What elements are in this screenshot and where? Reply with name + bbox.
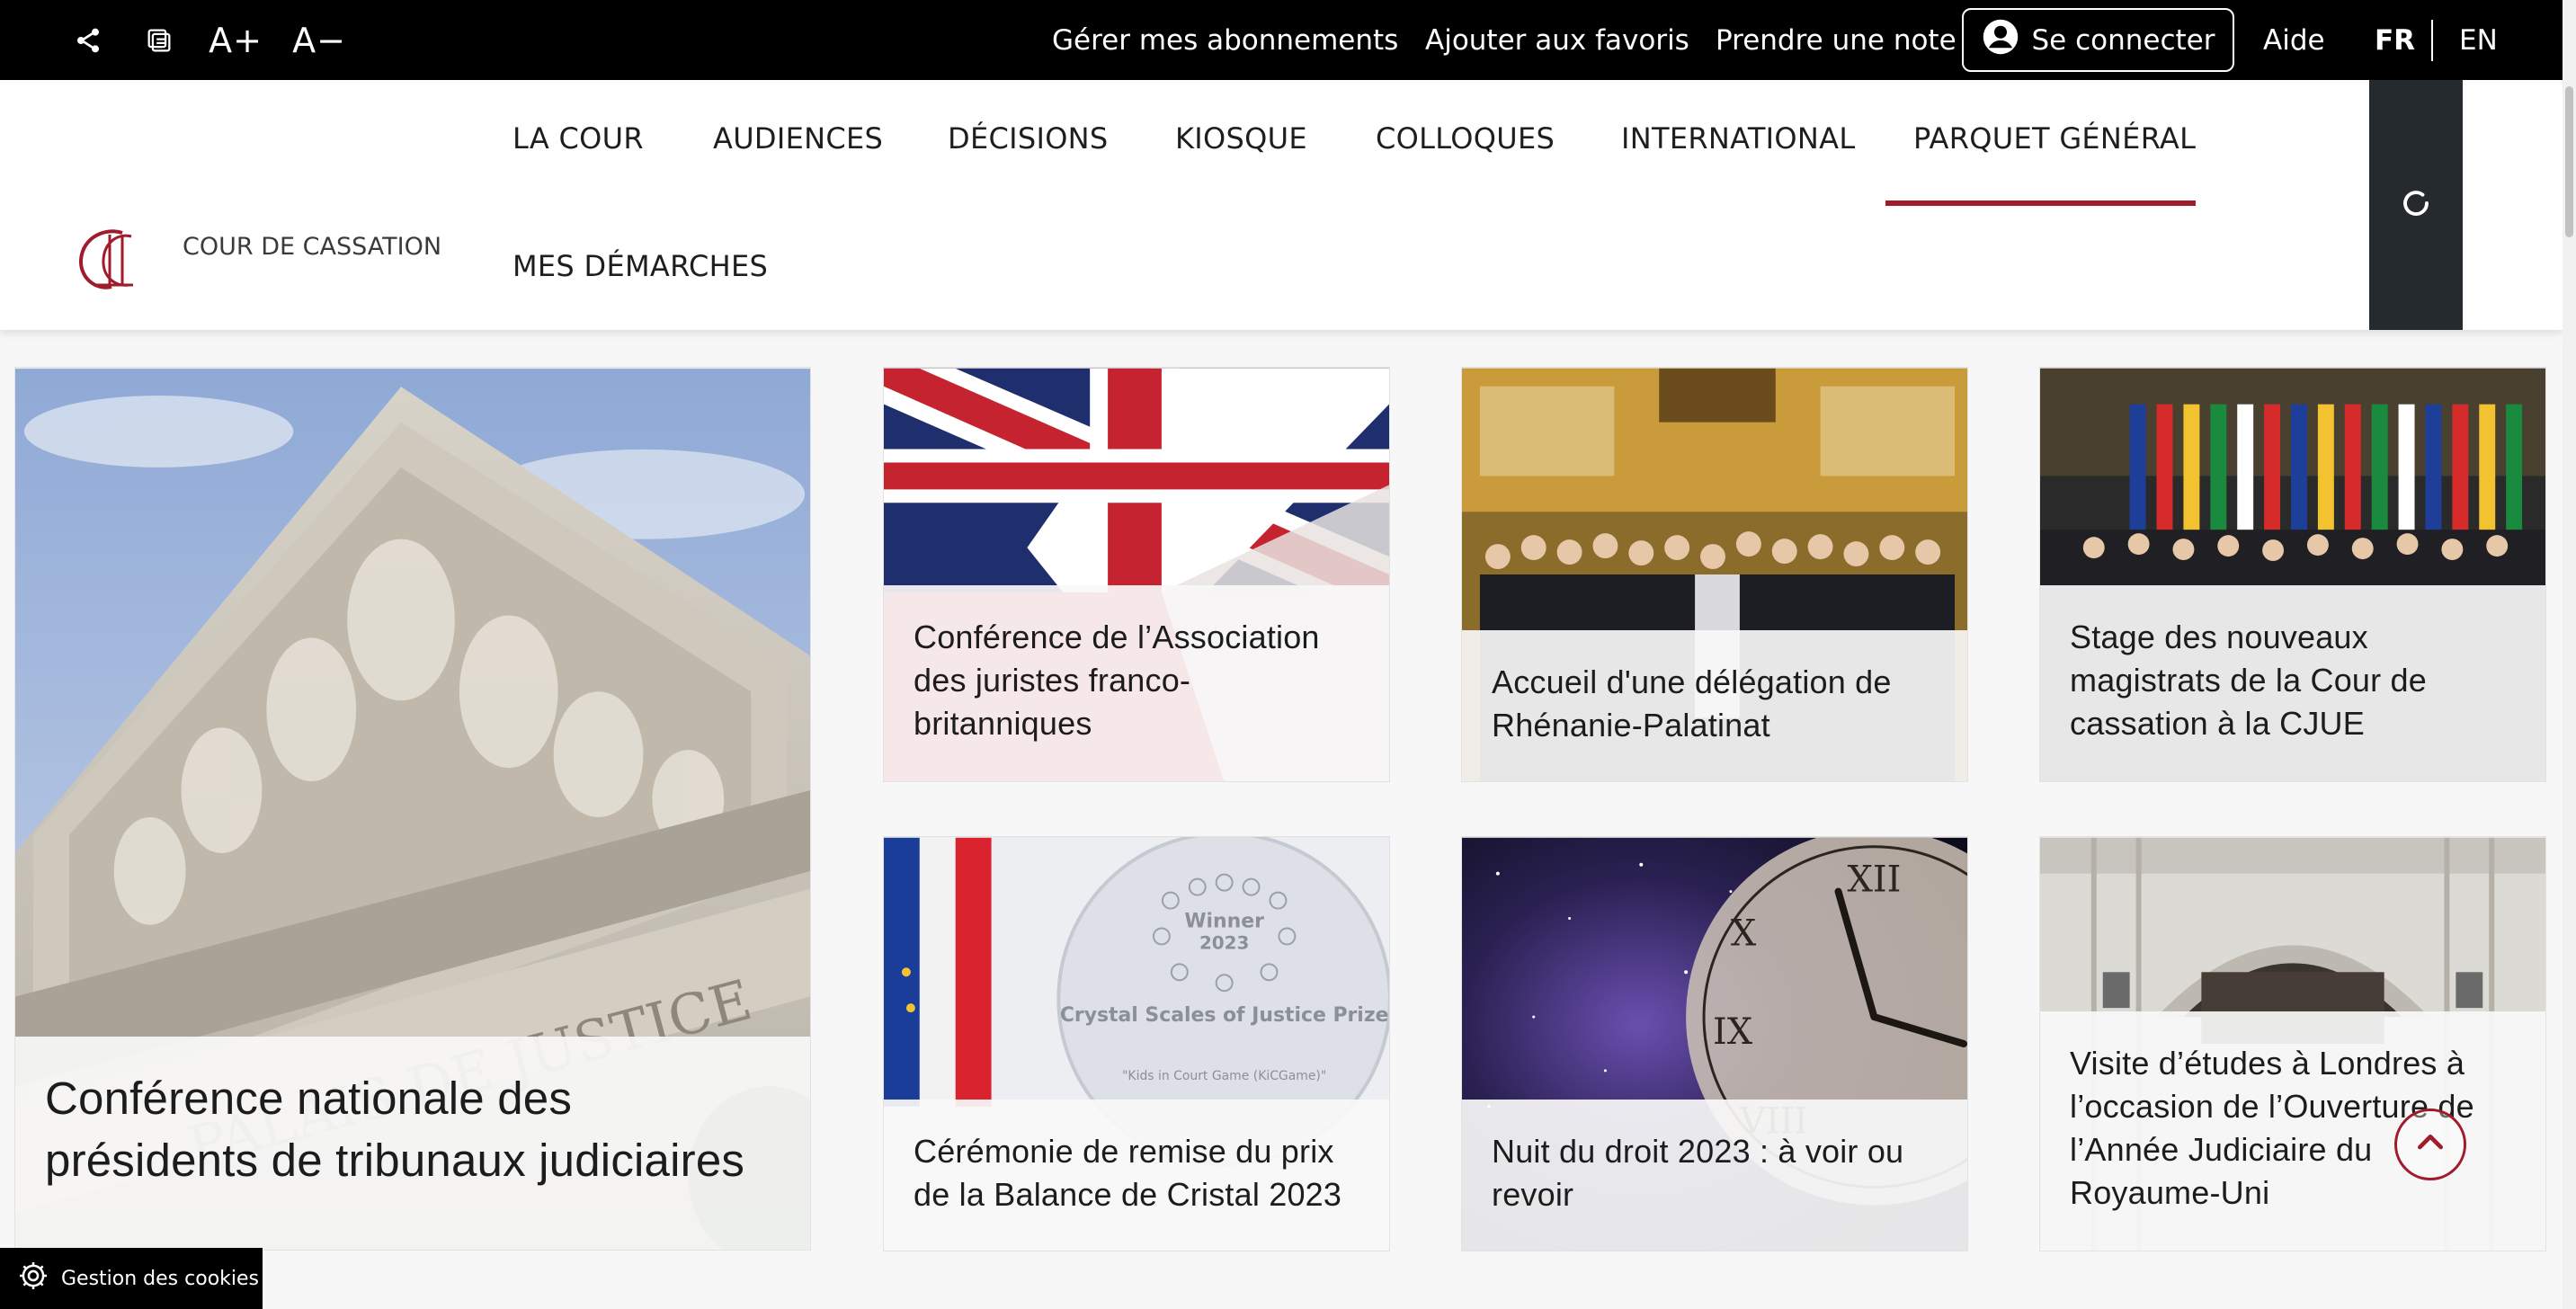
award-subtitle-text: "Kids in Court Game (KiCGame)" — [1122, 1069, 1326, 1083]
nav-colloques[interactable]: COLLOQUES — [1376, 121, 1555, 156]
top-utility-bar: A+ A− Gérer mes abonnements Ajouter aux … — [0, 0, 2576, 80]
featured-news-card[interactable]: PALAIS DE JUSTICE Conférence nationale d… — [14, 367, 811, 1251]
nav-audiences[interactable]: AUDIENCES — [713, 121, 883, 156]
nav-decisions[interactable]: DÉCISIONS — [948, 121, 1109, 156]
news-card[interactable]: Stage des nouveaux magistrats de la Cour… — [2039, 367, 2546, 782]
lang-separator — [2431, 20, 2433, 61]
page-scrollbar-thumb[interactable] — [2565, 86, 2573, 237]
card-title[interactable]: Cérémonie de remise du prix de la Balanc… — [914, 1130, 1364, 1216]
font-increase-button[interactable]: A+ — [209, 16, 263, 65]
share-icon[interactable] — [70, 16, 106, 65]
nav-international[interactable]: INTERNATIONAL — [1621, 121, 1855, 156]
nav-mes-demarches[interactable]: MES DÉMARCHES — [513, 249, 768, 283]
back-to-top-button[interactable] — [2394, 1109, 2466, 1180]
manage-subscriptions-link[interactable]: Gérer mes abonnements — [1052, 20, 1398, 61]
news-card[interactable]: Winner 2023 Crystal Scales of Justice Pr… — [883, 836, 1390, 1251]
news-card[interactable]: Visite d’études à Londres à l’occasion d… — [2039, 836, 2546, 1251]
nav-kiosque[interactable]: KIOSQUE — [1175, 121, 1307, 156]
chevron-up-icon — [2412, 1125, 2448, 1164]
award-prize-text: Crystal Scales of Justice Prize — [1060, 1004, 1389, 1027]
lang-fr-link[interactable]: FR — [2375, 20, 2415, 61]
add-favorites-link[interactable]: Ajouter aux favoris — [1425, 20, 1689, 61]
print-icon[interactable] — [141, 16, 177, 65]
card-title[interactable]: Stage des nouveaux magistrats de la Cour… — [2070, 616, 2520, 745]
loading-spinner-icon — [2400, 187, 2432, 223]
svg-text:X: X — [1731, 913, 1757, 954]
svg-text:IX: IX — [1713, 1011, 1753, 1053]
cookie-settings-label: Gestion des cookies — [61, 1267, 259, 1290]
card-title[interactable]: Accueil d'une délégation de Rhénanie-Pal… — [1492, 661, 1942, 747]
site-name[interactable]: COUR DE CASSATION — [183, 233, 441, 261]
main-header: COUR DE CASSATION LA COUR AUDIENCES DÉCI… — [0, 80, 2563, 330]
card-title[interactable]: Nuit du droit 2023 : à voir ou revoir — [1492, 1130, 1942, 1216]
gear-icon — [16, 1259, 50, 1298]
user-icon — [1982, 18, 2019, 63]
take-note-link[interactable]: Prendre une note — [1716, 20, 1957, 61]
nav-la-cour[interactable]: LA COUR — [513, 121, 644, 156]
cour-de-cassation-logo[interactable] — [70, 226, 156, 298]
help-link[interactable]: Aide — [2263, 20, 2325, 61]
login-button[interactable]: Se connecter — [1962, 8, 2234, 72]
award-winner-text: Winner — [1184, 910, 1264, 932]
svg-text:XII: XII — [1847, 859, 1901, 901]
news-card[interactable]: Accueil d'une délégation de Rhénanie-Pal… — [1461, 367, 1968, 782]
lang-en-link[interactable]: EN — [2459, 20, 2498, 61]
news-card[interactable]: Conférence de l’Association des juristes… — [883, 367, 1390, 782]
featured-card-title[interactable]: Conférence nationale des présidents de t… — [45, 1067, 785, 1191]
cookie-settings-button[interactable]: Gestion des cookies — [0, 1248, 263, 1309]
news-card[interactable]: XIIXIXVIII Nuit du droit 2023 : à voir o… — [1461, 836, 1968, 1251]
search-button[interactable] — [2369, 80, 2463, 330]
award-year-text: 2023 — [1199, 932, 1249, 953]
nav-parquet-general[interactable]: PARQUET GÉNÉRAL — [1913, 121, 2196, 156]
active-nav-underline — [1885, 200, 2196, 206]
card-title[interactable]: Conférence de l’Association des juristes… — [914, 616, 1364, 745]
login-label: Se connecter — [2031, 23, 2215, 57]
font-decrease-button[interactable]: A− — [292, 16, 346, 65]
